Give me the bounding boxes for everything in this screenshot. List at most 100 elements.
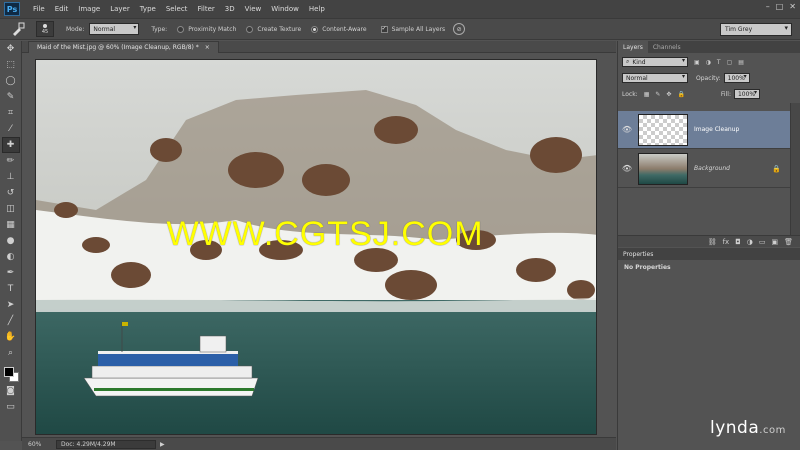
radio-create-texture[interactable]: [246, 25, 254, 33]
lasso-tool-icon[interactable]: ◯: [2, 73, 20, 89]
sample-all-layers-checkbox[interactable]: ✓: [380, 25, 388, 33]
layer-row-image-cleanup[interactable]: 👁 Image Cleanup: [618, 111, 791, 149]
eraser-tool-icon[interactable]: ◫: [2, 201, 20, 217]
layer-thumbnail: [638, 113, 688, 146]
dodge-tool-icon[interactable]: ◐: [2, 249, 20, 265]
spot-healing-brush-icon[interactable]: [6, 21, 30, 37]
marquee-tool-icon[interactable]: ⬚: [2, 57, 20, 73]
menu-3d[interactable]: 3D: [220, 5, 240, 13]
clone-stamp-tool-icon[interactable]: ⊥: [2, 169, 20, 185]
layer-style-icon[interactable]: fx: [723, 238, 730, 246]
menu-window[interactable]: Window: [266, 5, 304, 13]
lock-move-icon[interactable]: ✥: [666, 91, 671, 98]
properties-panel-header[interactable]: Properties: [618, 248, 800, 260]
eyedropper-tool-icon[interactable]: ⁄: [2, 121, 20, 137]
delete-layer-icon[interactable]: 🗑: [784, 238, 793, 246]
filter-smart-icon[interactable]: ▤: [738, 59, 744, 66]
gradient-tool-icon[interactable]: ▦: [2, 217, 20, 233]
layer-lock-icon: 🔒: [772, 164, 781, 173]
radio-content-aware[interactable]: [311, 25, 319, 33]
mode-select[interactable]: Normal: [89, 23, 140, 35]
history-brush-tool-icon[interactable]: ↺: [2, 185, 20, 201]
menu-type[interactable]: Type: [135, 5, 161, 13]
menu-file[interactable]: File: [28, 5, 50, 13]
path-selection-tool-icon[interactable]: ➤: [2, 297, 20, 313]
document-title: Maid of the Mist.jpg @ 60% (Image Cleanu…: [37, 44, 199, 51]
color-swatches[interactable]: [2, 365, 20, 383]
opacity-label: Opacity:: [696, 74, 721, 82]
line-tool-icon[interactable]: ╱: [2, 313, 20, 329]
maximize-icon[interactable]: □: [776, 2, 784, 11]
lock-all-icon[interactable]: 🔒: [677, 91, 684, 98]
layer-row-background[interactable]: 👁 Background 🔒: [618, 150, 791, 188]
lock-transparency-icon[interactable]: ▦: [644, 91, 650, 98]
properties-panel-body: No Properties: [624, 263, 671, 271]
add-mask-icon[interactable]: ◘: [735, 238, 741, 246]
waterfall-photo: [36, 60, 596, 434]
visibility-eye-icon[interactable]: 👁: [618, 164, 636, 173]
image-canvas[interactable]: WWW.CGTSJ.COM: [35, 59, 597, 435]
close-document-icon[interactable]: ×: [205, 44, 210, 51]
visibility-eye-icon[interactable]: 👁: [618, 125, 636, 134]
lynda-text: lynda: [710, 418, 760, 438]
pressure-size-icon[interactable]: ⊘: [453, 23, 466, 35]
new-layer-icon[interactable]: ▣: [771, 238, 778, 246]
link-layers-icon[interactable]: ⛓: [708, 238, 717, 246]
lynda-suffix: .com: [759, 425, 786, 436]
filter-pixel-icon[interactable]: ▣: [694, 59, 700, 66]
foreground-color-swatch[interactable]: [3, 367, 14, 377]
lock-fill-row: Lock: ▦ ✎ ✥ 🔒 Fill: 100%: [618, 87, 800, 101]
canvas-area: WWW.CGTSJ.COM: [22, 53, 616, 437]
healing-brush-tool-icon[interactable]: ✚: [1, 137, 20, 153]
move-tool-icon[interactable]: ✥: [2, 41, 20, 57]
filter-adjust-icon[interactable]: ◑: [706, 59, 711, 66]
menu-select[interactable]: Select: [161, 5, 193, 13]
fill-label: Fill:: [720, 90, 731, 98]
filter-shape-icon[interactable]: ▢: [727, 59, 733, 66]
crop-tool-icon[interactable]: ⌗: [2, 105, 20, 121]
zoom-tool-icon[interactable]: ⌕: [2, 345, 20, 361]
quick-mask-icon[interactable]: ◙: [2, 383, 20, 399]
tools-panel: ✥ ⬚ ◯ ✎ ⌗ ⁄ ✚ ✏ ⊥ ↺ ◫ ▦ ● ◐ ✒ T ➤ ╱ ✋ ⌕ …: [0, 41, 22, 441]
layers-scrollbar[interactable]: [790, 103, 800, 235]
document-tab[interactable]: Maid of the Mist.jpg @ 60% (Image Cleanu…: [28, 41, 219, 53]
adjustment-layer-icon[interactable]: ◑: [747, 238, 753, 246]
brush-dot-icon: [43, 23, 47, 28]
brush-size-picker[interactable]: 45: [36, 21, 54, 37]
brush-tool-icon[interactable]: ✏: [2, 153, 20, 169]
screen-mode-icon[interactable]: ▭: [2, 399, 20, 415]
quick-select-tool-icon[interactable]: ✎: [2, 89, 20, 105]
menu-view[interactable]: View: [240, 5, 267, 13]
status-bar: 60% Doc: 4.29M/4.29M ▶: [22, 437, 616, 450]
mode-label: Mode:: [66, 25, 85, 33]
zoom-level[interactable]: 60%: [22, 441, 52, 448]
lock-brush-icon[interactable]: ✎: [655, 91, 660, 98]
tab-channels[interactable]: Channels: [648, 41, 686, 53]
filter-type-icon[interactable]: T: [717, 59, 721, 66]
menu-layer[interactable]: Layer: [105, 5, 135, 13]
lock-label: Lock:: [622, 90, 638, 98]
new-group-icon[interactable]: ▭: [759, 238, 766, 246]
fill-field[interactable]: 100%: [733, 89, 760, 99]
pen-tool-icon[interactable]: ✒: [2, 265, 20, 281]
menu-help[interactable]: Help: [304, 5, 330, 13]
opacity-field[interactable]: 100%: [723, 73, 750, 83]
close-icon[interactable]: ✕: [789, 2, 796, 11]
menu-image[interactable]: Image: [73, 5, 105, 13]
layer-kind-filter[interactable]: ⌕ Kind: [622, 57, 688, 67]
status-menu-arrow-icon[interactable]: ▶: [160, 441, 165, 448]
hand-tool-icon[interactable]: ✋: [2, 329, 20, 345]
blend-mode-select[interactable]: Normal: [622, 73, 688, 83]
radio-proximity-match[interactable]: [177, 25, 185, 33]
blend-opacity-row: Normal Opacity: 100%: [618, 71, 800, 85]
workspace-select[interactable]: Tim Grey: [720, 23, 792, 36]
type-tool-icon[interactable]: T: [2, 281, 20, 297]
minimize-icon[interactable]: –: [766, 2, 770, 11]
blur-tool-icon[interactable]: ●: [2, 233, 20, 249]
photoshop-logo: Ps: [4, 2, 20, 16]
lynda-logo: lynda.com: [710, 418, 786, 438]
menu-edit[interactable]: Edit: [50, 5, 74, 13]
menu-filter[interactable]: Filter: [192, 5, 219, 13]
layer-thumbnail: [638, 152, 688, 185]
tab-layers[interactable]: Layers: [618, 41, 648, 53]
